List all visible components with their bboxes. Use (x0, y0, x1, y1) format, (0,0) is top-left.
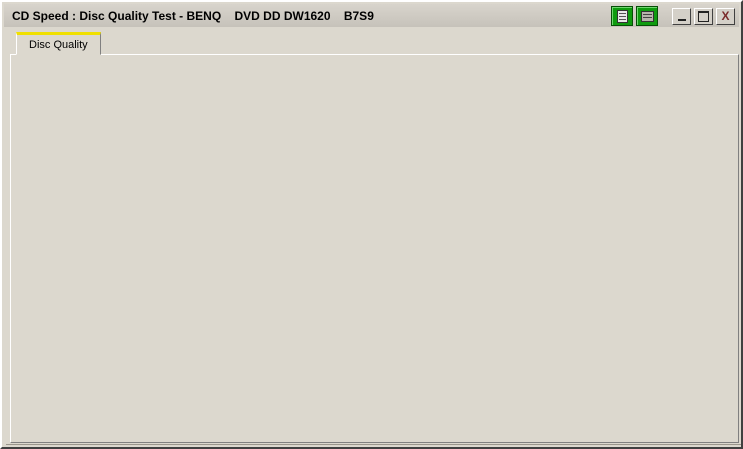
tab-disc-quality[interactable]: Disc Quality (16, 32, 101, 55)
log-icon[interactable] (611, 6, 633, 26)
close-button[interactable]: X (716, 8, 735, 25)
title-bar[interactable]: CD Speed : Disc Quality Test - BENQ DVD … (4, 4, 739, 27)
window-title: CD Speed : Disc Quality Test - BENQ DVD … (4, 9, 374, 23)
maximize-button[interactable] (694, 8, 713, 25)
drive-icon[interactable] (636, 6, 658, 26)
tab-page (10, 54, 739, 443)
status-bar (6, 444, 741, 449)
app-window: CD Speed : Disc Quality Test - BENQ DVD … (0, 0, 743, 449)
minimize-button[interactable] (672, 8, 691, 25)
